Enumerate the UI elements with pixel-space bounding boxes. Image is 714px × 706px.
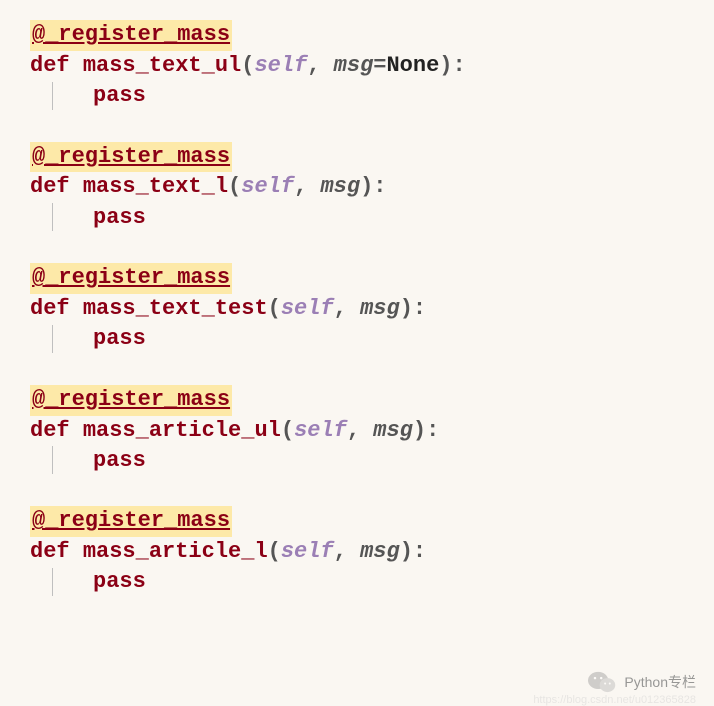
body-line: pass xyxy=(30,82,684,110)
param-self: self xyxy=(281,539,334,564)
keyword-pass: pass xyxy=(93,83,146,108)
param-self: self xyxy=(281,296,334,321)
comma: , xyxy=(307,53,333,78)
function-block: @_register_massdef mass_text_test(self, … xyxy=(30,263,684,353)
comma: , xyxy=(294,174,320,199)
default-value: None xyxy=(386,53,439,78)
close-paren: ) xyxy=(360,174,373,199)
function-block: @_register_massdef mass_article_l(self, … xyxy=(30,506,684,596)
keyword-pass: pass xyxy=(93,205,146,230)
colon: : xyxy=(426,418,439,443)
colon: : xyxy=(413,296,426,321)
param-msg: msg xyxy=(360,296,400,321)
body-line: pass xyxy=(30,446,684,474)
wechat-icon xyxy=(588,670,616,694)
param-self: self xyxy=(294,418,347,443)
keyword-def: def xyxy=(30,539,70,564)
watermark-url: https://blog.csdn.net/u012365828 xyxy=(533,694,696,706)
function-name: mass_article_ul xyxy=(83,418,281,443)
function-name: mass_text_l xyxy=(83,174,228,199)
decorator: @_register_mass xyxy=(30,142,232,173)
def-line: def mass_article_ul(self, msg): xyxy=(30,416,684,447)
comma: , xyxy=(347,418,373,443)
decorator-line: @_register_mass xyxy=(30,385,684,416)
open-paren: ( xyxy=(281,418,294,443)
watermark-text: Python专栏 xyxy=(624,672,696,692)
param-self: self xyxy=(241,174,294,199)
body-line: pass xyxy=(30,325,684,353)
indent-guide xyxy=(52,568,53,596)
def-line: def mass_text_ul(self, msg=None): xyxy=(30,51,684,82)
equals: = xyxy=(373,53,386,78)
param-msg: msg xyxy=(373,418,413,443)
open-paren: ( xyxy=(228,174,241,199)
comma: , xyxy=(334,296,360,321)
param-msg: msg xyxy=(334,53,374,78)
open-paren: ( xyxy=(268,539,281,564)
open-paren: ( xyxy=(268,296,281,321)
decorator-line: @_register_mass xyxy=(30,20,684,51)
body-line: pass xyxy=(30,203,684,231)
colon: : xyxy=(453,53,466,78)
open-paren: ( xyxy=(241,53,254,78)
keyword-pass: pass xyxy=(93,569,146,594)
decorator: @_register_mass xyxy=(30,385,232,416)
param-self: self xyxy=(254,53,307,78)
close-paren: ) xyxy=(400,539,413,564)
indent-guide xyxy=(52,446,53,474)
keyword-def: def xyxy=(30,418,70,443)
function-block: @_register_massdef mass_text_ul(self, ms… xyxy=(30,20,684,110)
indent-guide xyxy=(52,203,53,231)
def-line: def mass_article_l(self, msg): xyxy=(30,537,684,568)
decorator: @_register_mass xyxy=(30,263,232,294)
watermark: Python专栏 xyxy=(588,670,696,694)
colon: : xyxy=(373,174,386,199)
keyword-def: def xyxy=(30,53,70,78)
def-line: def mass_text_l(self, msg): xyxy=(30,172,684,203)
decorator-line: @_register_mass xyxy=(30,142,684,173)
code-editor: @_register_massdef mass_text_ul(self, ms… xyxy=(30,20,684,596)
comma: , xyxy=(334,539,360,564)
close-paren: ) xyxy=(400,296,413,321)
param-msg: msg xyxy=(320,174,360,199)
decorator-line: @_register_mass xyxy=(30,506,684,537)
colon: : xyxy=(413,539,426,564)
keyword-def: def xyxy=(30,296,70,321)
keyword-pass: pass xyxy=(93,448,146,473)
body-line: pass xyxy=(30,568,684,596)
function-name: mass_text_test xyxy=(83,296,268,321)
decorator-line: @_register_mass xyxy=(30,263,684,294)
indent-guide xyxy=(52,82,53,110)
param-msg: msg xyxy=(360,539,400,564)
indent-guide xyxy=(52,325,53,353)
keyword-def: def xyxy=(30,174,70,199)
keyword-pass: pass xyxy=(93,326,146,351)
decorator: @_register_mass xyxy=(30,506,232,537)
close-paren: ) xyxy=(413,418,426,443)
def-line: def mass_text_test(self, msg): xyxy=(30,294,684,325)
function-block: @_register_massdef mass_text_l(self, msg… xyxy=(30,142,684,232)
function-name: mass_text_ul xyxy=(83,53,241,78)
decorator: @_register_mass xyxy=(30,20,232,51)
close-paren: ) xyxy=(439,53,452,78)
function-block: @_register_massdef mass_article_ul(self,… xyxy=(30,385,684,475)
function-name: mass_article_l xyxy=(83,539,268,564)
